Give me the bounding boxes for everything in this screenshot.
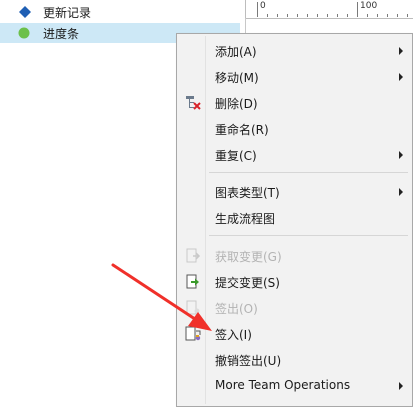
ruler-tick [387,14,388,17]
tree-item-update-log[interactable]: 更新记录 [0,2,240,22]
ruler-label: 0 [260,1,266,11]
checkout-icon [186,300,200,315]
ruler-label: 100 [360,1,378,11]
ruler-tick [297,14,298,17]
delete-node-icon [186,96,201,110]
get-changes-icon [186,248,201,263]
submenu-arrow-icon [399,151,403,159]
menu-item-label: 重命名(R) [215,123,269,137]
ruler-tick [337,14,338,17]
horizontal-ruler: 0 100 [245,0,413,19]
ruler-tick [317,14,318,17]
submenu-arrow-icon [399,73,403,81]
commit-changes-icon [186,274,199,289]
ruler-tick [367,14,368,17]
ruler-tick [287,14,288,17]
tree-item-label: 进度条 [43,27,80,41]
green-dot-node-icon [18,27,30,39]
submenu-arrow-icon [399,188,403,196]
ruler-tick [257,2,258,17]
menu-item-add[interactable]: 添加(A) [179,39,410,63]
menu-item-label: 生成流程图 [215,212,276,226]
menu-item-label: 提交变更(S) [215,276,280,290]
menu-item-checkin[interactable]: 签入(I) [179,322,410,346]
ruler-tick [407,14,408,17]
menu-item-move[interactable]: 移动(M) [179,65,410,89]
menu-item-label: 图表类型(T) [215,186,280,200]
diamond-node-icon [19,6,31,18]
menu-item-rename[interactable]: 重命名(R) [179,117,410,141]
menu-item-generate-flowchart[interactable]: 生成流程图 [179,206,410,230]
submenu-arrow-icon [399,382,403,390]
ruler-tick [357,2,358,17]
menu-item-label: 撤销签出(U) [215,354,282,368]
menu-separator [209,172,408,173]
menu-item-diagram-type[interactable]: 图表类型(T) [179,180,410,204]
menu-item-get-changes[interactable]: 获取变更(G) [179,244,410,268]
context-menu: 添加(A) 移动(M) 删除(D) 重命名(R) 重复(C) 图表类型(T) 生… [176,33,413,407]
menu-item-more-team-operations[interactable]: More Team Operations [179,374,410,398]
ruler-tick [267,14,268,17]
menu-item-label: 移动(M) [215,71,259,85]
menu-item-checkout[interactable]: 签出(O) [179,296,410,320]
menu-item-label: 添加(A) [215,45,257,59]
menu-item-label: 签入(I) [215,328,252,342]
submenu-arrow-icon [399,47,403,55]
ruler-tick [377,14,378,17]
ruler-tick [347,14,348,17]
menu-item-label: 重复(C) [215,149,257,163]
menu-item-label: More Team Operations [215,378,351,392]
menu-item-label: 签出(O) [215,302,258,316]
ruler-tick [307,14,308,17]
menu-item-label: 删除(D) [215,97,258,111]
menu-item-delete[interactable]: 删除(D) [179,91,410,115]
ruler-tick [327,14,328,17]
ruler-tick [277,14,278,17]
menu-item-undo-checkout[interactable]: 撤销签出(U) [179,348,410,372]
menu-item-duplicate[interactable]: 重复(C) [179,143,410,167]
menu-item-label: 获取变更(G) [215,250,282,264]
menu-separator [209,235,408,236]
tree-item-label: 更新记录 [43,6,92,20]
menu-item-commit-changes[interactable]: 提交变更(S) [179,270,410,294]
checkin-icon [185,326,201,341]
ruler-tick [397,14,398,17]
